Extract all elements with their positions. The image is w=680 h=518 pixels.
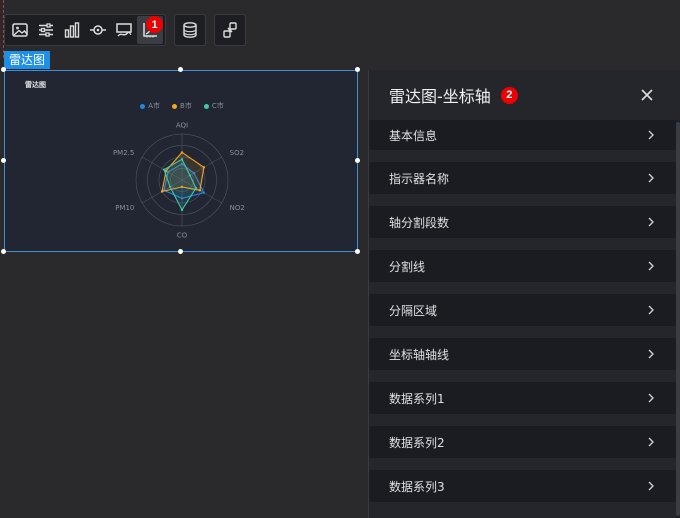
step-badge-2: 2 bbox=[500, 86, 518, 104]
chevron-right-icon bbox=[648, 349, 654, 359]
close-icon[interactable] bbox=[638, 86, 656, 104]
section-item[interactable]: 数据系列3 bbox=[369, 470, 677, 502]
chevron-right-icon bbox=[648, 437, 654, 447]
series-button[interactable] bbox=[85, 16, 111, 44]
toolbar-group-interaction bbox=[214, 14, 246, 46]
radar-chart: AQI SO2 NO2 CO PM10 PM2.5 bbox=[113, 122, 245, 240]
section-item[interactable]: 数据系列2 bbox=[369, 426, 677, 458]
toolbar: 1 bbox=[4, 14, 254, 46]
resize-handle-bc[interactable] bbox=[178, 249, 183, 254]
resize-handle-tr[interactable] bbox=[355, 67, 360, 72]
chevron-right-icon bbox=[648, 481, 654, 491]
series-point bbox=[202, 166, 206, 169]
indicator-label: PM10 bbox=[115, 204, 134, 212]
section-item[interactable]: 基本信息 bbox=[369, 120, 677, 150]
tooltip-button[interactable] bbox=[111, 16, 137, 44]
chevron-right-icon bbox=[648, 261, 654, 271]
axis-settings-panel: 雷达图-坐标轴 2 基本信息指示器名称轴分割段数分割线分隔区域坐标轴轴线数据系列… bbox=[368, 70, 680, 518]
indicator-label: CO bbox=[177, 232, 188, 240]
panel-scrollbar[interactable] bbox=[676, 122, 680, 516]
chevron-right-icon bbox=[648, 130, 654, 140]
sliders-icon bbox=[39, 23, 53, 37]
interaction-button[interactable] bbox=[217, 16, 243, 44]
chart-type-button[interactable] bbox=[59, 16, 85, 44]
target-icon bbox=[90, 25, 106, 35]
section-label: 分割线 bbox=[389, 259, 426, 274]
resize-handle-bl[interactable] bbox=[1, 249, 6, 254]
series-point bbox=[168, 185, 172, 189]
settings-button[interactable] bbox=[33, 16, 59, 44]
image-icon bbox=[12, 23, 28, 37]
section-list: 基本信息指示器名称轴分割段数分割线分隔区域坐标轴轴线数据系列1 数据系列2 数据系列… bbox=[369, 120, 677, 514]
toolbar-group-chart bbox=[4, 14, 166, 46]
section-item[interactable]: 分隔区域 bbox=[369, 294, 677, 326]
section-label: 数据系列3 bbox=[389, 479, 445, 494]
series-point bbox=[198, 189, 202, 192]
section-label: 数据系列2 bbox=[389, 435, 445, 450]
series-point bbox=[162, 168, 166, 171]
indicator-label: AQI bbox=[176, 122, 188, 130]
indicator-label: NO2 bbox=[230, 204, 245, 212]
link-icon bbox=[223, 22, 237, 38]
radar-chart-widget[interactable]: 雷达图 A市 B市 C市 AQI SO2 NO2 CO PM10 PM2.5 bbox=[4, 70, 358, 252]
resize-handle-br[interactable] bbox=[355, 249, 360, 254]
series-point bbox=[160, 190, 164, 193]
section-label: 轴分割段数 bbox=[389, 215, 450, 230]
component-label: 雷达图 bbox=[4, 51, 51, 69]
chevron-right-icon bbox=[648, 217, 654, 227]
indicator-label: PM2.5 bbox=[113, 149, 134, 157]
section-item[interactable]: 指示器名称 bbox=[369, 162, 677, 194]
section-label: 指示器名称 bbox=[389, 171, 450, 186]
indicator-label: SO2 bbox=[230, 149, 244, 157]
resize-handle-mr[interactable] bbox=[355, 158, 360, 163]
series-point bbox=[188, 174, 192, 177]
series-point bbox=[194, 186, 198, 190]
card-icon bbox=[116, 23, 132, 37]
chevron-right-icon bbox=[648, 173, 654, 183]
panel-header: 雷达图-坐标轴 2 bbox=[369, 70, 680, 120]
chevron-right-icon bbox=[648, 305, 654, 315]
step-badge-1: 1 bbox=[146, 16, 163, 33]
data-button[interactable] bbox=[177, 16, 203, 44]
image-button[interactable] bbox=[7, 16, 33, 44]
section-item[interactable]: 轴分割段数 bbox=[369, 206, 677, 238]
section-item[interactable]: 分割线 bbox=[369, 250, 677, 282]
series-point bbox=[202, 191, 206, 194]
database-icon bbox=[183, 22, 197, 38]
toolbar-group-data bbox=[174, 14, 206, 46]
section-item[interactable]: 坐标轴轴线 bbox=[369, 338, 677, 370]
series-point bbox=[180, 151, 184, 154]
series-point bbox=[180, 208, 184, 212]
series-point bbox=[180, 158, 184, 161]
panel-title: 雷达图-坐标轴 bbox=[389, 87, 491, 106]
section-label: 数据系列1 bbox=[389, 391, 445, 406]
resize-handle-ml[interactable] bbox=[1, 158, 6, 163]
chevron-right-icon bbox=[648, 393, 654, 403]
resize-handle-tc[interactable] bbox=[178, 67, 183, 72]
section-label: 分隔区域 bbox=[389, 303, 438, 318]
section-label: 基本信息 bbox=[389, 128, 438, 143]
section-item[interactable]: 数据系列1 bbox=[369, 382, 677, 414]
resize-handle-tl[interactable] bbox=[1, 67, 6, 72]
bar-chart-icon bbox=[64, 22, 80, 38]
section-label: 坐标轴轴线 bbox=[389, 347, 450, 362]
